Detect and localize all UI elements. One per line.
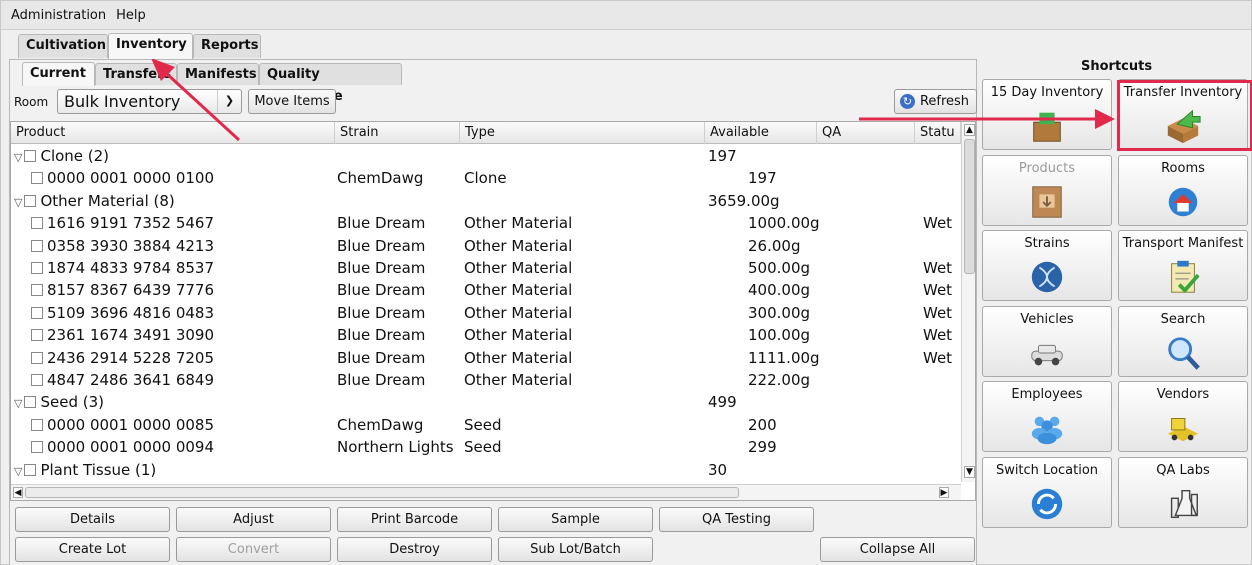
app-window: Administration Help Cultivation Inventor… bbox=[0, 0, 1252, 565]
tab-current[interactable]: Current bbox=[22, 62, 95, 86]
tab-inventory[interactable]: Inventory bbox=[108, 33, 193, 59]
arrow-head-transfer-icon bbox=[1095, 109, 1115, 129]
arrow-line-to-inventory-tab bbox=[164, 71, 241, 142]
annotation-arrows bbox=[151, 58, 1115, 142]
